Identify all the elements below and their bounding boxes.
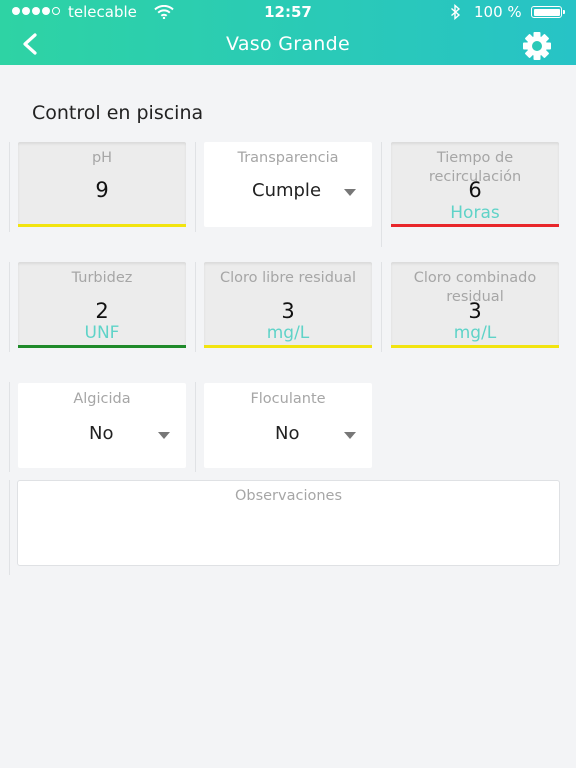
- bluetooth-icon: [451, 4, 461, 20]
- cloro-combinado-value: 3: [468, 299, 482, 323]
- ph-card[interactable]: pH 9: [18, 142, 186, 227]
- transparencia-value: Cumple: [252, 180, 322, 201]
- ph-label: pH: [91, 150, 113, 166]
- ph-status-bar: [18, 224, 186, 227]
- transparencia-card[interactable]: Transparencia Cumple: [204, 142, 372, 227]
- floculante-card[interactable]: Floculante No: [204, 383, 372, 468]
- divider: [195, 382, 196, 472]
- floculante-label: Floculante: [250, 391, 326, 407]
- app-header: telecable 12:57 100 % Vaso Grande: [0, 0, 576, 65]
- tiempo-unit: Horas: [450, 203, 500, 223]
- chevron-down-icon[interactable]: [344, 189, 356, 196]
- divider: [9, 142, 10, 232]
- battery-icon: [531, 6, 565, 18]
- gear-icon[interactable]: [521, 30, 553, 62]
- divider: [381, 142, 382, 247]
- cloro-libre-status-bar: [204, 345, 372, 348]
- status-bar: telecable 12:57 100 %: [0, 0, 576, 24]
- cloro-libre-unit: mg/L: [266, 323, 310, 343]
- section-title: Control en piscina: [32, 102, 204, 124]
- turbidez-value: 2: [95, 299, 109, 323]
- ph-value: 9: [95, 178, 109, 202]
- tiempo-value: 6: [468, 178, 482, 202]
- turbidez-label: Turbidez: [71, 270, 133, 286]
- divider: [195, 262, 196, 352]
- turbidez-unit: UNF: [84, 323, 120, 343]
- tiempo-status-bar: [391, 224, 559, 227]
- cloro-combinado-unit: mg/L: [453, 323, 497, 343]
- observaciones-label: Observaciones: [234, 488, 343, 504]
- observaciones-field[interactable]: Observaciones: [17, 480, 560, 566]
- battery-percent: 100 %: [474, 3, 522, 21]
- page-title: Vaso Grande: [226, 33, 350, 55]
- cloro-combinado-status-bar: [391, 345, 559, 348]
- transparencia-select[interactable]: Cumple: [204, 180, 372, 204]
- divider: [9, 262, 10, 352]
- cloro-libre-value: 3: [281, 299, 295, 323]
- divider: [381, 262, 382, 352]
- floculante-select[interactable]: No: [204, 423, 372, 447]
- algicida-card[interactable]: Algicida No: [18, 383, 186, 468]
- turbidez-status-bar: [18, 345, 186, 348]
- chevron-down-icon[interactable]: [158, 432, 170, 439]
- algicida-value: No: [89, 423, 114, 444]
- turbidez-card[interactable]: Turbidez 2 UNF: [18, 262, 186, 348]
- divider: [195, 142, 196, 232]
- chevron-down-icon[interactable]: [344, 432, 356, 439]
- cloro-combinado-card[interactable]: Cloro combinado residual 3 mg/L: [391, 262, 559, 348]
- cloro-libre-card[interactable]: Cloro libre residual 3 mg/L: [204, 262, 372, 348]
- transparencia-label: Transparencia: [237, 150, 339, 166]
- divider: [9, 480, 10, 575]
- tiempo-recirculacion-card[interactable]: Tiempo de recirculación 6 Horas: [391, 142, 559, 227]
- algicida-select[interactable]: No: [18, 423, 186, 447]
- cloro-libre-label: Cloro libre residual: [219, 270, 357, 286]
- divider: [9, 382, 10, 472]
- floculante-value: No: [275, 423, 300, 444]
- algicida-label: Algicida: [73, 391, 131, 407]
